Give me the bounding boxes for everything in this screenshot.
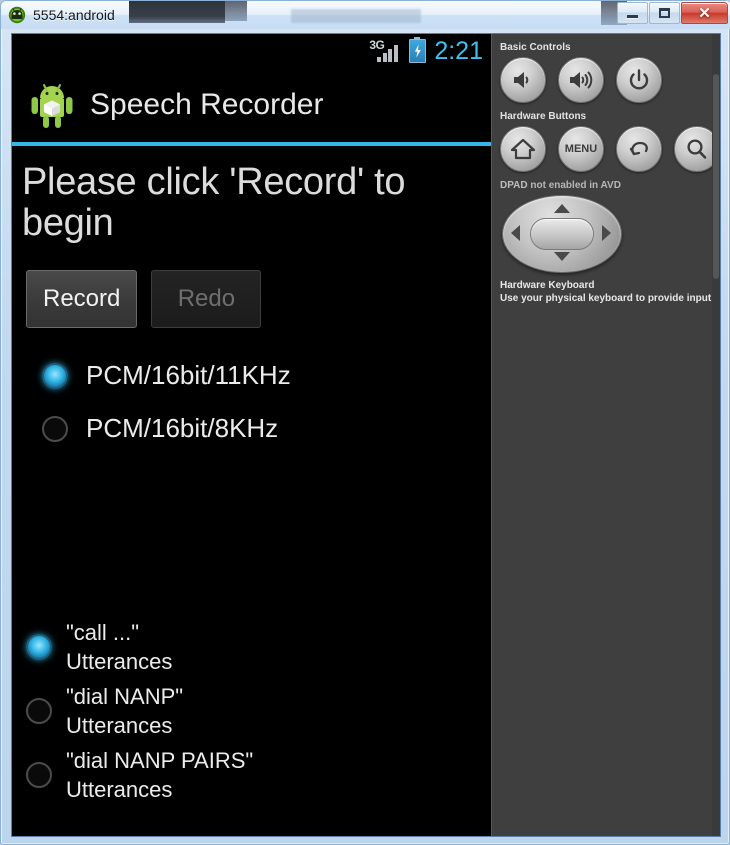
action-button-row: Record Redo [26, 270, 491, 329]
app-content: Please click 'Record' to begin Record Re… [12, 146, 491, 836]
dpad-up-icon[interactable] [554, 204, 570, 213]
menu-button[interactable]: MENU [558, 126, 604, 172]
close-icon: ✕ [698, 4, 711, 22]
dpad-down-icon[interactable] [554, 252, 570, 261]
utterance-radio-group: "call ..." Utterances "dial NANP" Uttera… [26, 618, 253, 810]
search-icon [687, 139, 707, 159]
dpad-left-icon[interactable] [511, 225, 520, 241]
redo-button[interactable]: Redo [151, 270, 262, 329]
volume-up-button[interactable] [558, 57, 604, 103]
dpad-label: DPAD not enabled in AVD [500, 180, 720, 191]
radio-icon-unselected[interactable] [26, 698, 52, 725]
radio-label: "dial NANP" Utterances [66, 684, 184, 739]
titlebar-artifact-b [225, 1, 247, 21]
minimize-icon [627, 15, 638, 18]
app-title-bar: Speech Recorder [12, 68, 491, 142]
device-screen[interactable]: 3G 2:21 Speech Recorder Please click 'Re… [12, 34, 491, 836]
basic-controls-label: Basic Controls [500, 42, 571, 53]
close-button[interactable]: ✕ [681, 2, 728, 24]
home-button[interactable] [500, 126, 546, 172]
back-arrow-icon [629, 141, 648, 156]
dpad-label-strong: DPAD [500, 180, 528, 191]
signal-bars-icon [377, 45, 399, 62]
titlebar-artifact-a [129, 1, 225, 23]
power-icon [629, 69, 649, 90]
hardware-keyboard-title: Hardware Keyboard [500, 280, 595, 291]
battery-charging-icon [409, 37, 427, 63]
maximize-icon [659, 8, 670, 18]
android-robot-icon [30, 81, 74, 129]
lightning-bolt-icon [414, 44, 421, 58]
hardware-keyboard-hint: Use your physical keyboard to provide in… [500, 293, 712, 304]
radio-option-pcm-8khz[interactable]: PCM/16bit/8KHz [42, 413, 491, 444]
status-clock: 2:21 [434, 36, 483, 65]
radio-icon-selected[interactable] [26, 634, 52, 661]
titlebar-artifact-c [291, 9, 421, 23]
dpad-label-rest: not enabled in AVD [527, 180, 621, 191]
radio-option-pcm-11khz[interactable]: PCM/16bit/11KHz [42, 360, 491, 391]
radio-icon-selected[interactable] [42, 362, 68, 389]
app-title: Speech Recorder [90, 88, 324, 121]
format-radio-group: PCM/16bit/11KHz PCM/16bit/8KHz [42, 360, 491, 444]
android-head-icon [8, 6, 26, 24]
radio-option-dial-nanp-utterances[interactable]: "dial NANP" Utterances [26, 682, 253, 740]
radio-option-dial-nanp-pairs-utterances[interactable]: "dial NANP PAIRS" Utterances [26, 746, 253, 804]
menu-text-icon: MENU [564, 143, 598, 155]
window-titlebar[interactable]: 5554:android ✕ [1, 1, 730, 29]
caption-buttons: ✕ [616, 2, 728, 24]
hardware-buttons-row: MENU [500, 126, 720, 172]
panel-scrollbar-thumb[interactable] [713, 74, 719, 279]
radio-label: "call ..." Utterances [66, 620, 173, 675]
radio-icon-unselected[interactable] [26, 762, 52, 789]
home-icon [510, 138, 536, 160]
radio-option-call-utterances[interactable]: "call ..." Utterances [26, 618, 253, 676]
hardware-keyboard-info: Hardware Keyboard Use your physical keyb… [500, 279, 720, 305]
panel-scrollbar[interactable] [712, 34, 720, 836]
instruction-text: Please click 'Record' to begin [22, 161, 406, 245]
power-button[interactable] [616, 57, 662, 103]
emulator-control-panel: Basic Controls Hardware Buttons MENU DPA… [491, 34, 720, 836]
radio-label: PCM/16bit/8KHz [86, 413, 279, 444]
dpad-select-button[interactable] [530, 218, 594, 250]
volume-down-button[interactable] [500, 57, 546, 103]
radio-icon-unselected[interactable] [42, 415, 68, 442]
speaker-high-icon [570, 71, 593, 89]
radio-label: PCM/16bit/11KHz [86, 360, 291, 391]
back-button[interactable] [616, 126, 662, 172]
dpad-right-icon[interactable] [602, 225, 611, 241]
signal-icon: 3G [369, 38, 403, 64]
emulator-body: 3G 2:21 Speech Recorder Please click 'Re… [11, 33, 721, 837]
window-title: 5554:android [33, 7, 115, 23]
radio-label: "dial NANP PAIRS" Utterances [66, 748, 254, 803]
hardware-buttons-label: Hardware Buttons [500, 111, 587, 122]
dpad-control[interactable] [502, 195, 622, 273]
basic-controls-row [500, 57, 720, 103]
speaker-low-icon [514, 72, 529, 88]
emulator-window: 5554:android ✕ 3G 2:21 Speech Recorder P… [0, 0, 730, 845]
maximize-button[interactable] [649, 2, 680, 24]
record-button[interactable]: Record [26, 270, 138, 329]
android-status-bar: 3G 2:21 [12, 34, 491, 68]
minimize-button[interactable] [617, 2, 648, 24]
